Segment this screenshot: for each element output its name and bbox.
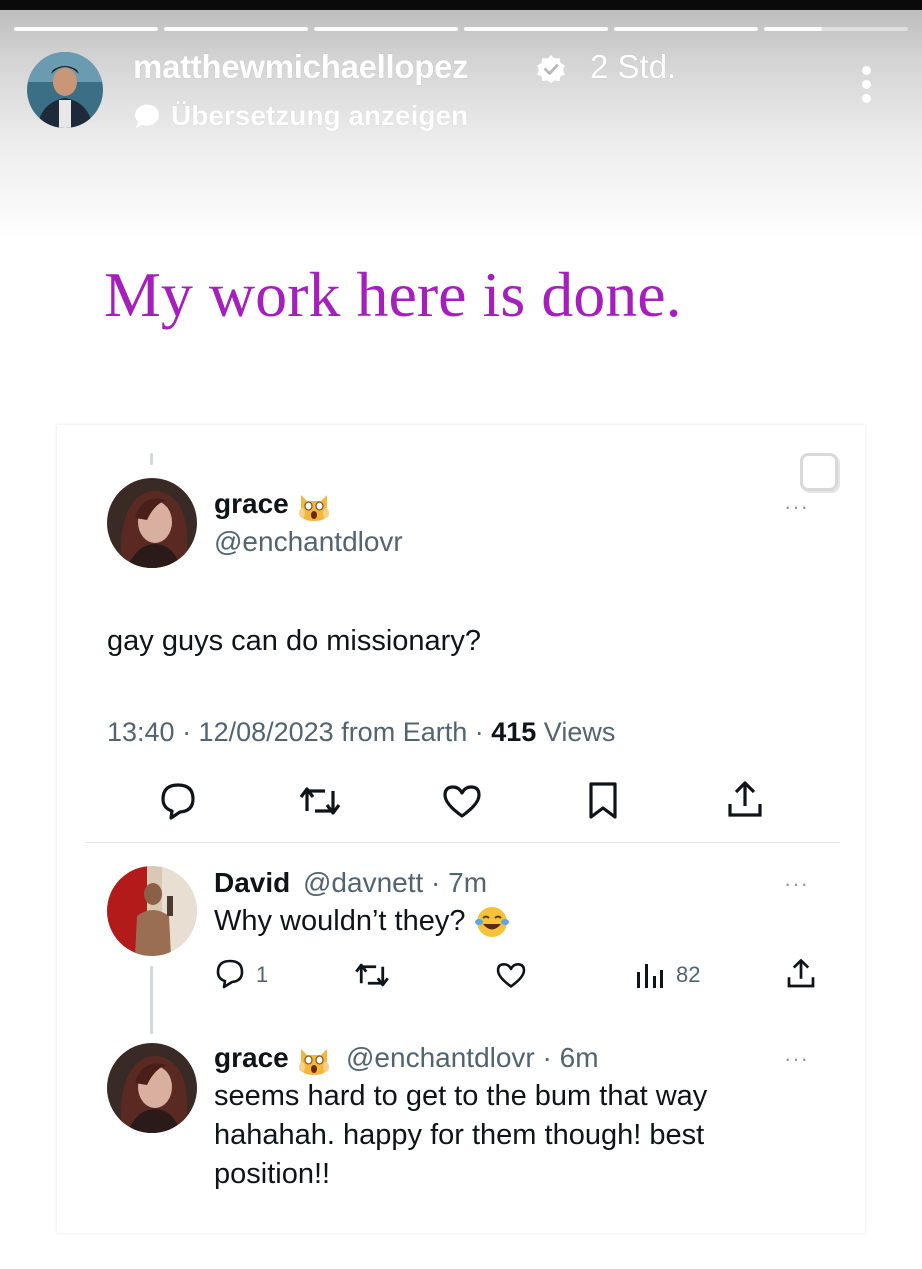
story-caption: My work here is done.: [104, 259, 682, 330]
reply-more-icon[interactable]: ···: [784, 871, 809, 897]
reply2-text: seems hard to get to the bum that way ha…: [214, 1077, 707, 1194]
laughing-emoji-icon: [474, 907, 509, 938]
reply2-author-avatar[interactable]: [107, 1043, 197, 1133]
reply2-text-line: seems hard to get to the bum that way: [214, 1080, 708, 1112]
share-icon[interactable]: [725, 780, 765, 820]
checkbox-icon: [800, 453, 838, 491]
tweet-text: gay guys can do missionary?: [107, 625, 481, 657]
progress-segment: [464, 27, 608, 31]
bookmark-icon[interactable]: [586, 781, 620, 821]
reply-text-wrap: Why wouldn’t they?: [214, 902, 510, 941]
thread-connector: [150, 453, 153, 465]
tweet-timestamp: 13:40 · 12/08/2023 from Earth ·: [107, 717, 492, 747]
translate-label: Übersetzung anzeigen: [171, 100, 469, 131]
reply2-more-icon[interactable]: ···: [784, 1046, 809, 1072]
reply2-text-line: hahahah. happy for them though! best: [214, 1119, 705, 1151]
story-timestamp: 2 Std.: [590, 48, 677, 85]
reply2-author-name-wrap: grace: [214, 1042, 331, 1077]
tweet-author-name-wrap: grace: [214, 488, 331, 523]
progress-segment: [614, 27, 758, 31]
story-bottom-edge: [0, 1250, 922, 1269]
scream-cat-emoji-icon: [298, 1048, 329, 1075]
reply2-text-line: position!!: [214, 1158, 331, 1190]
reply-text: Why wouldn’t they?: [214, 905, 466, 937]
verified-icon: [537, 55, 565, 83]
analytics-icon[interactable]: [634, 960, 664, 990]
speech-bubble-icon: [135, 104, 159, 128]
reply-count: 1: [256, 962, 269, 987]
tweet-more-icon[interactable]: ···: [784, 494, 809, 520]
reply-author-handle[interactable]: @davnett · 7m: [303, 867, 487, 899]
progress-segment: [14, 27, 158, 31]
tweet-views-label: Views: [536, 717, 616, 747]
status-strip: [0, 0, 922, 10]
reply-share-icon[interactable]: [785, 958, 817, 990]
reply-reply-icon[interactable]: [214, 959, 246, 989]
progress-segment-current: [764, 27, 908, 31]
reply-author-name[interactable]: David: [214, 867, 290, 899]
reply2-author-handle[interactable]: @enchantdlovr · 6m: [346, 1042, 599, 1074]
story-author-avatar[interactable]: [27, 52, 103, 128]
reply-author-avatar[interactable]: [107, 866, 197, 956]
reply-icon[interactable]: [158, 782, 198, 820]
tweet-views-count: 415: [491, 717, 537, 747]
retweet-icon[interactable]: [297, 785, 343, 817]
reply-views-count: 82: [676, 962, 701, 987]
tweet-meta: 13:40 · 12/08/2023 from Earth · 415 View…: [107, 717, 615, 748]
progress-segment: [164, 27, 308, 31]
tweet-divider: [85, 842, 840, 843]
story-progress-bar: [14, 27, 908, 31]
tweet-author-name: grace: [214, 488, 289, 519]
more-options-icon[interactable]: [852, 66, 880, 110]
progress-segment: [314, 27, 458, 31]
story-author-username[interactable]: matthewmichaellopez: [133, 48, 469, 86]
tweet-author-handle[interactable]: @enchantdlovr: [214, 526, 403, 558]
tweet-author-avatar[interactable]: [107, 478, 197, 568]
story-view: matthewmichaellopez 2 Std. Übersetzung a…: [0, 0, 922, 1269]
thread-connector: [150, 966, 153, 1034]
reply-retweet-icon[interactable]: [353, 961, 391, 989]
like-icon[interactable]: [441, 783, 483, 819]
reply2-author-name[interactable]: grace: [214, 1042, 289, 1073]
reply-like-icon[interactable]: [495, 960, 527, 990]
scream-cat-emoji-icon: [298, 494, 329, 521]
translate-link[interactable]: Übersetzung anzeigen: [133, 100, 468, 132]
